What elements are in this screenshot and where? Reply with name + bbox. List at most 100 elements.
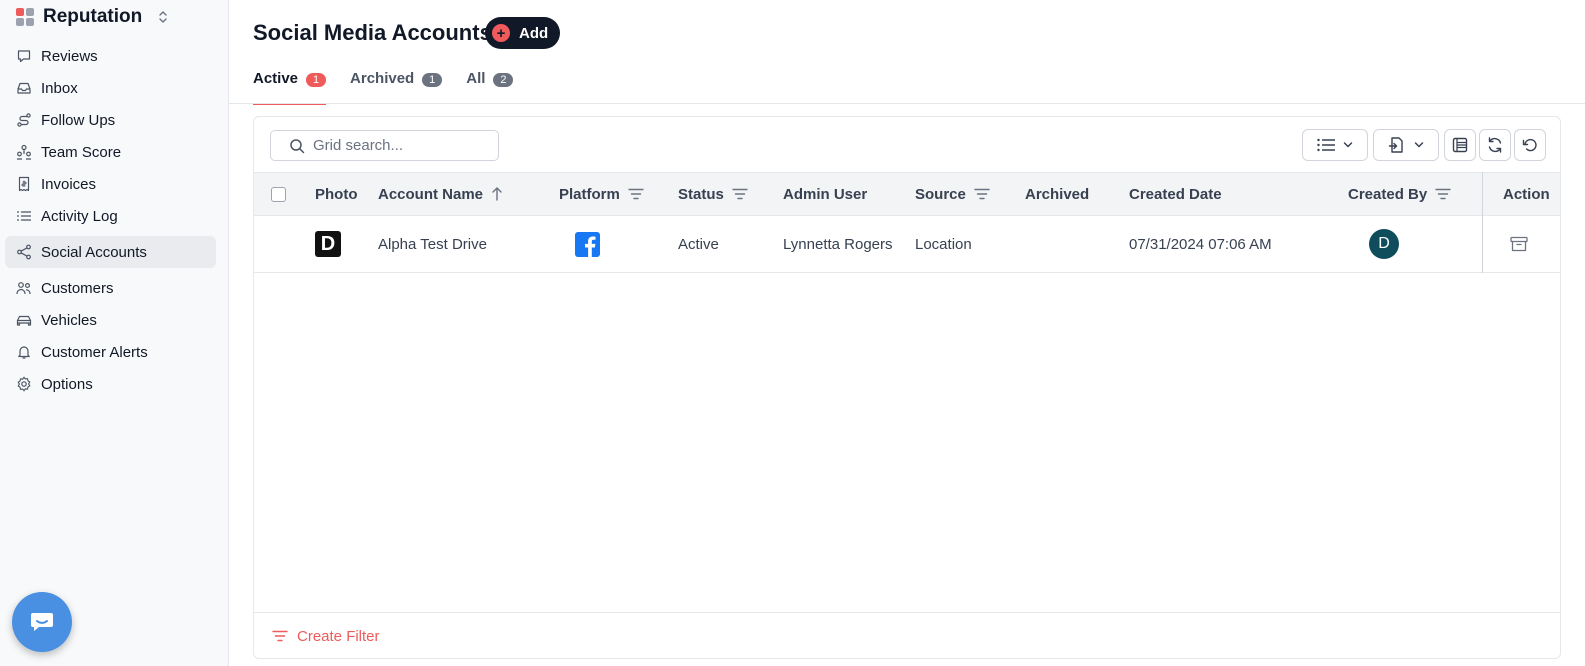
filter-icon <box>272 630 288 642</box>
chevron-updown-icon <box>159 11 167 23</box>
chevron-down-icon <box>1414 142 1424 148</box>
reset-button[interactable] <box>1514 129 1546 161</box>
column-header-account-name[interactable]: Account Name <box>378 173 503 215</box>
row-created-by: D <box>1369 216 1399 272</box>
add-button[interactable]: + Add <box>485 17 561 49</box>
list-icon <box>17 211 31 221</box>
share-icon <box>17 244 31 260</box>
app-name: Reputation <box>43 6 143 27</box>
account-photo: D <box>315 231 341 257</box>
tab-all[interactable]: All 2 <box>466 70 537 104</box>
create-filter-label: Create Filter <box>297 627 380 645</box>
sidebar-item-activity-log[interactable]: Activity Log <box>5 200 216 232</box>
columns-icon <box>1452 137 1468 153</box>
column-label: Created Date <box>1129 185 1222 203</box>
column-header-photo: Photo <box>315 173 358 215</box>
undo-icon <box>1522 138 1537 152</box>
sidebar-item-label: Follow Ups <box>41 111 116 129</box>
sidebar-item-label: Options <box>41 375 93 393</box>
tab-count-badge: 1 <box>422 73 443 87</box>
sidebar-item-label: Customer Alerts <box>41 343 148 361</box>
sidebar-item-label: Vehicles <box>41 311 97 329</box>
checkbox[interactable] <box>271 186 286 202</box>
refresh-button[interactable] <box>1479 129 1511 161</box>
inbox-icon <box>17 82 31 94</box>
row-account-name[interactable]: Alpha Test Drive <box>378 216 487 272</box>
view-mode-dropdown[interactable] <box>1302 129 1368 161</box>
filter-icon[interactable] <box>628 188 644 200</box>
column-label: Source <box>915 185 966 203</box>
filter-icon[interactable] <box>974 188 990 200</box>
column-header-admin-user: Admin User <box>783 173 867 215</box>
sidebar-item-label: Team Score <box>41 143 122 161</box>
export-dropdown[interactable] <box>1373 129 1439 161</box>
plus-icon: + <box>492 24 510 42</box>
tab-active[interactable]: Active 1 <box>253 70 350 105</box>
list-icon <box>1317 138 1335 152</box>
app-switcher[interactable]: Reputation <box>16 5 169 29</box>
avatar: D <box>1369 229 1399 259</box>
search-input[interactable] <box>313 137 483 154</box>
facebook-icon <box>575 231 600 257</box>
tab-archived[interactable]: Archived 1 <box>350 70 466 104</box>
gear-icon <box>17 376 31 392</box>
column-header-created-by[interactable]: Created By <box>1348 173 1451 215</box>
main-content: Social Media Accounts + Add Active 1 Arc… <box>229 0 1585 666</box>
column-label: Archived <box>1025 185 1090 203</box>
select-all-checkbox[interactable] <box>271 173 286 215</box>
accounts-grid: Photo Account Name Platform Status Admin… <box>253 116 1561 659</box>
sidebar-item-label: Invoices <box>41 175 97 193</box>
tab-count-badge: 1 <box>306 73 327 87</box>
chat-launcher-button[interactable] <box>12 592 72 652</box>
search-icon <box>290 138 305 153</box>
sidebar-item-vehicles[interactable]: Vehicles <box>5 304 216 336</box>
sidebar-item-options[interactable]: Options <box>5 368 216 400</box>
action-column-divider <box>1482 172 1560 273</box>
column-header-status[interactable]: Status <box>678 173 748 215</box>
row-status: Active <box>678 235 719 253</box>
sidebar-item-invoices[interactable]: Invoices <box>5 168 216 200</box>
sort-ascending-icon[interactable] <box>491 186 503 202</box>
sidebar-item-label: Inbox <box>41 79 78 97</box>
receipt-icon <box>18 176 30 192</box>
sidebar-item-label: Social Accounts <box>41 243 147 261</box>
sidebar-item-customers[interactable]: Customers <box>5 272 216 304</box>
sidebar-item-inbox[interactable]: Inbox <box>5 72 216 104</box>
row-created-date: 07/31/2024 07:06 AM <box>1129 235 1272 253</box>
sidebar-item-team-score[interactable]: Team Score <box>5 136 216 168</box>
message-square-icon <box>17 50 31 63</box>
sidebar: Reputation Reviews Inbox Follow Ups Team… <box>0 0 229 666</box>
column-label: Admin User <box>783 185 868 203</box>
row-source: Location <box>915 235 972 253</box>
team-icon <box>17 144 31 160</box>
column-header-source[interactable]: Source <box>915 173 990 215</box>
filter-icon[interactable] <box>732 188 748 200</box>
table-row[interactable]: D Alpha Test Drive Active Lynnetta Roger… <box>254 216 1560 273</box>
sidebar-item-follow-ups[interactable]: Follow Ups <box>5 104 216 136</box>
chevron-down-icon <box>1343 142 1353 148</box>
sidebar-item-label: Activity Log <box>41 207 118 225</box>
table-header: Photo Account Name Platform Status Admin… <box>254 172 1560 216</box>
page-title: Social Media Accounts <box>253 20 492 45</box>
route-icon <box>17 113 31 127</box>
tab-count-badge: 2 <box>493 73 514 87</box>
row-platform <box>575 216 600 272</box>
tab-label: Active <box>253 70 299 87</box>
row-admin-user: Lynnetta Rogers <box>783 235 893 253</box>
filter-icon[interactable] <box>1435 188 1451 200</box>
sidebar-item-social-accounts[interactable]: Social Accounts <box>5 236 216 268</box>
column-label: Status <box>678 185 724 203</box>
column-header-created-date: Created Date <box>1129 173 1222 215</box>
create-filter-button[interactable]: Create Filter <box>254 612 1560 659</box>
grid-search[interactable] <box>270 130 499 161</box>
columns-button[interactable] <box>1444 129 1476 161</box>
sidebar-item-label: Reviews <box>41 47 98 65</box>
chat-bubble-icon <box>31 613 53 631</box>
column-header-archived: Archived <box>1025 173 1089 215</box>
sidebar-item-customer-alerts[interactable]: Customer Alerts <box>5 336 216 368</box>
sidebar-item-label: Customers <box>41 279 114 297</box>
refresh-icon <box>1488 137 1502 153</box>
row-photo: D <box>315 216 341 272</box>
sidebar-item-reviews[interactable]: Reviews <box>5 40 216 72</box>
column-header-platform[interactable]: Platform <box>559 173 644 215</box>
